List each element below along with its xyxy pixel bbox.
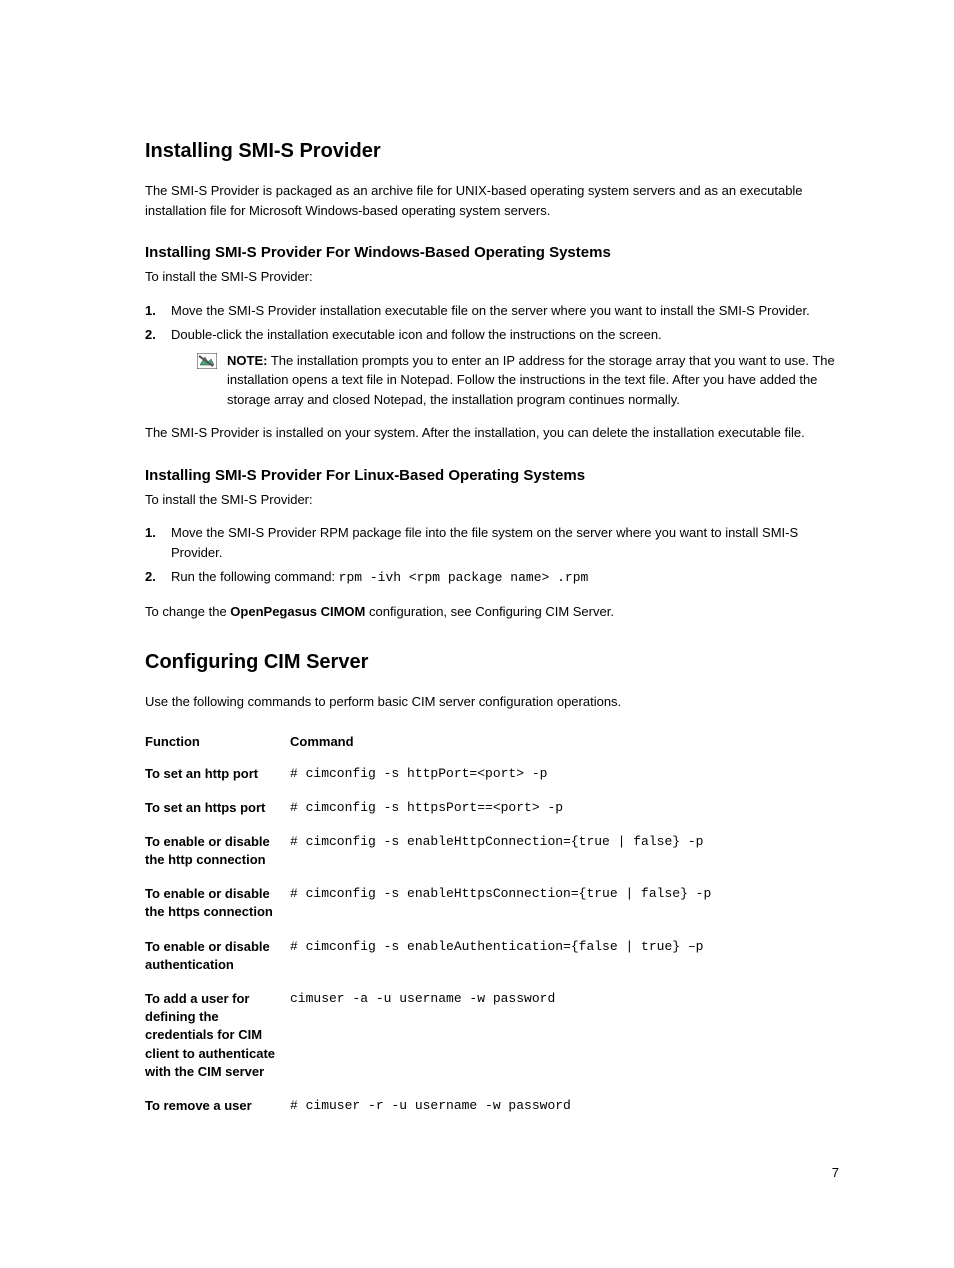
windows-step-2: 2. Double-click the installation executa…: [145, 325, 839, 409]
cmd-cell: # cimconfig -s httpsPort==<port> -p: [290, 791, 839, 825]
func-cell: To enable or disable authentication: [145, 930, 290, 982]
cmd-cell: # cimconfig -s enableAuthentication={fal…: [290, 930, 839, 982]
linux-step-1-text: Move the SMI-S Provider RPM package file…: [171, 525, 798, 560]
table-row: To enable or disable the https connectio…: [145, 877, 839, 929]
heading-installing-smis: Installing SMI-S Provider: [145, 140, 839, 163]
cmd-cell: cimuser -a -u username -w password: [290, 982, 839, 1089]
windows-step-1: 1. Move the SMI-S Provider installation …: [145, 301, 839, 321]
note-icon: [197, 353, 217, 375]
heading-linux: Installing SMI-S Provider For Linux-Base…: [145, 467, 839, 484]
linux-step-2-pre: Run the following command:: [171, 569, 339, 584]
linux-lead: To install the SMI-S Provider:: [145, 490, 839, 510]
page-content: Installing SMI-S Provider The SMI-S Prov…: [0, 0, 954, 1123]
heading-windows: Installing SMI-S Provider For Windows-Ba…: [145, 244, 839, 261]
linux-step-2: 2. Run the following command: rpm -ivh <…: [145, 567, 839, 588]
table-row: To enable or disable the http connection…: [145, 825, 839, 877]
linux-step-2-code: rpm -ivh <rpm package name> .rpm: [339, 570, 589, 585]
windows-lead: To install the SMI-S Provider:: [145, 267, 839, 287]
cim-lead: Use the following commands to perform ba…: [145, 692, 839, 712]
func-cell: To set an https port: [145, 791, 290, 825]
windows-steps: 1. Move the SMI-S Provider installation …: [145, 301, 839, 410]
note-label: NOTE:: [227, 353, 267, 368]
windows-step-1-text: Move the SMI-S Provider installation exe…: [171, 303, 810, 318]
heading-configuring-cim: Configuring CIM Server: [145, 651, 839, 674]
cmd-cell: # cimconfig -s enableHttpConnection={tru…: [290, 825, 839, 877]
table-row: To remove a user # cimuser -r -u usernam…: [145, 1089, 839, 1123]
cmd-cell: # cimconfig -s enableHttpsConnection={tr…: [290, 877, 839, 929]
linux-after: To change the OpenPegasus CIMOM configur…: [145, 602, 839, 622]
func-cell: To add a user for defining the credentia…: [145, 982, 290, 1089]
cmd-cell: # cimuser -r -u username -w password: [290, 1089, 839, 1123]
func-cell: To enable or disable the https connectio…: [145, 877, 290, 929]
page-number: 7: [832, 1165, 839, 1180]
linux-step-1: 1. Move the SMI-S Provider RPM package f…: [145, 523, 839, 562]
table-row: To set an http port # cimconfig -s httpP…: [145, 757, 839, 791]
windows-after: The SMI-S Provider is installed on your …: [145, 423, 839, 443]
note-text: NOTE: The installation prompts you to en…: [227, 351, 839, 410]
table-row: To add a user for defining the credentia…: [145, 982, 839, 1089]
command-table: Function Command To set an http port # c…: [145, 726, 839, 1124]
windows-step-2-text: Double-click the installation executable…: [171, 327, 662, 342]
note-block: NOTE: The installation prompts you to en…: [197, 351, 839, 410]
openpegasus-bold: OpenPegasus CIMOM: [230, 604, 365, 619]
cmd-cell: # cimconfig -s httpPort=<port> -p: [290, 757, 839, 791]
linux-steps: 1. Move the SMI-S Provider RPM package f…: [145, 523, 839, 588]
func-cell: To set an http port: [145, 757, 290, 791]
table-row: To enable or disable authentication # ci…: [145, 930, 839, 982]
th-command: Command: [290, 726, 839, 757]
func-cell: To remove a user: [145, 1089, 290, 1123]
note-body: The installation prompts you to enter an…: [227, 353, 835, 407]
func-cell: To enable or disable the http connection: [145, 825, 290, 877]
th-function: Function: [145, 726, 290, 757]
intro-paragraph: The SMI-S Provider is packaged as an arc…: [145, 181, 839, 220]
table-row: To set an https port # cimconfig -s http…: [145, 791, 839, 825]
